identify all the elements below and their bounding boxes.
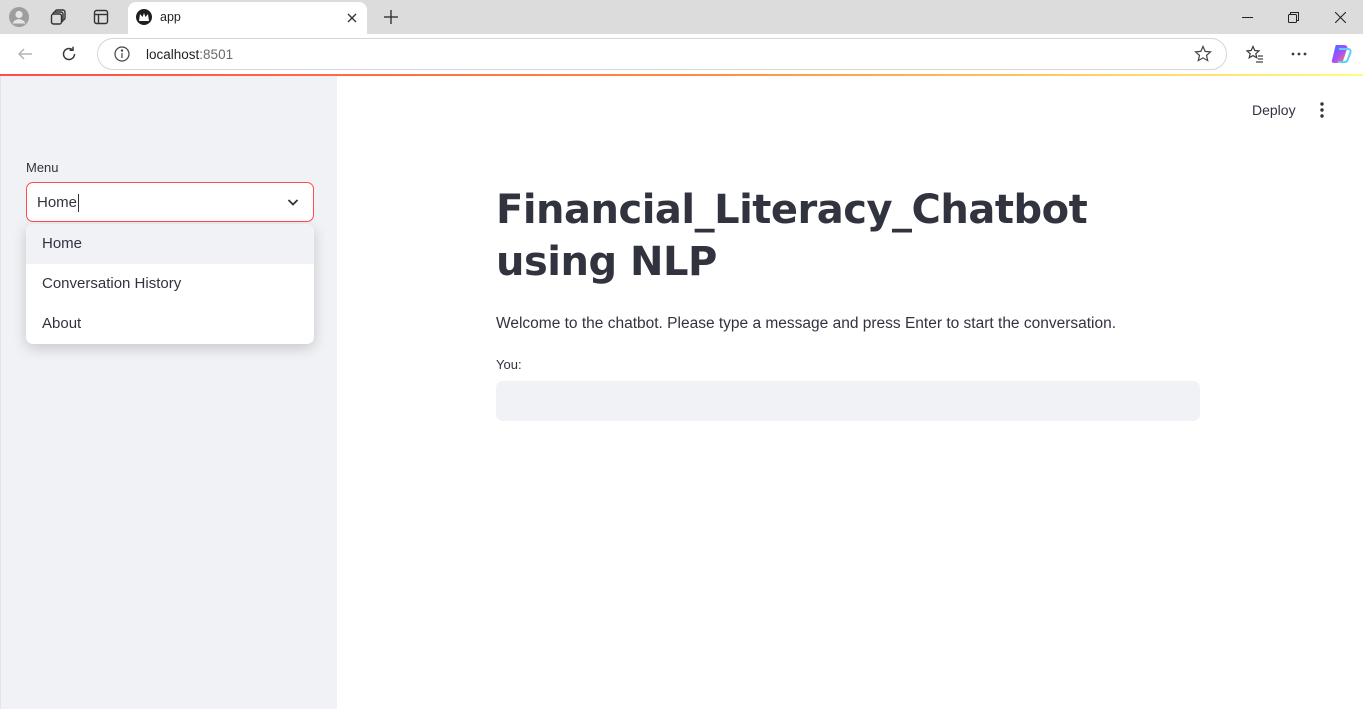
deploy-button[interactable]: Deploy bbox=[1240, 96, 1308, 124]
menu-label: Menu bbox=[26, 160, 59, 175]
close-icon[interactable] bbox=[342, 8, 362, 28]
sidebar: Menu Home Home Conversation History Abou… bbox=[0, 76, 337, 709]
info-icon[interactable] bbox=[114, 46, 130, 62]
tab-title: app bbox=[160, 10, 181, 24]
window-close-icon[interactable] bbox=[1325, 4, 1355, 30]
chevron-down-icon[interactable] bbox=[285, 194, 301, 210]
url-host: localhost bbox=[146, 47, 200, 62]
star-icon[interactable] bbox=[1194, 45, 1212, 63]
menu-select-value[interactable]: Home bbox=[37, 194, 80, 212]
url-text: localhost:8501 bbox=[146, 47, 233, 62]
tab-actions-icon[interactable] bbox=[86, 4, 116, 30]
url-port: :8501 bbox=[199, 47, 234, 62]
menu-select[interactable]: Home bbox=[26, 182, 314, 222]
profile-icon[interactable] bbox=[4, 4, 34, 30]
browser-tabbar: app bbox=[0, 0, 1363, 34]
welcome-text: Welcome to the chatbot. Please type a me… bbox=[496, 315, 1117, 332]
kebab-menu-icon[interactable] bbox=[1310, 98, 1334, 122]
restore-icon[interactable] bbox=[1278, 4, 1308, 30]
reload-icon[interactable] bbox=[55, 40, 83, 68]
menu-option-about[interactable]: About bbox=[26, 304, 314, 344]
menu-option-home[interactable]: Home bbox=[26, 224, 314, 264]
page-title: Financial_Literacy_Chatbot using NLP bbox=[496, 187, 1088, 285]
workspaces-icon[interactable] bbox=[44, 4, 74, 30]
copilot-icon[interactable] bbox=[1327, 40, 1355, 68]
plus-icon[interactable] bbox=[378, 4, 404, 30]
menu-dropdown: Home Conversation History About bbox=[26, 224, 314, 344]
main-content: Financial_Literacy_Chatbot using NLP Wel… bbox=[496, 184, 1200, 421]
browser-tab-active[interactable]: app bbox=[128, 2, 367, 34]
address-bar[interactable]: localhost:8501 bbox=[97, 38, 1227, 70]
back-icon[interactable] bbox=[11, 40, 39, 68]
favorites-icon[interactable] bbox=[1241, 40, 1269, 68]
streamlit-app: Menu Home Home Conversation History Abou… bbox=[0, 74, 1363, 709]
chat-input-label: You: bbox=[496, 357, 522, 372]
app-favicon bbox=[136, 9, 152, 25]
browser-toolbar: localhost:8501 bbox=[0, 34, 1363, 74]
more-icon[interactable] bbox=[1285, 40, 1313, 68]
menu-option-conversation-history[interactable]: Conversation History bbox=[26, 264, 314, 304]
minimize-icon[interactable] bbox=[1232, 4, 1262, 30]
chat-input[interactable] bbox=[496, 381, 1200, 421]
